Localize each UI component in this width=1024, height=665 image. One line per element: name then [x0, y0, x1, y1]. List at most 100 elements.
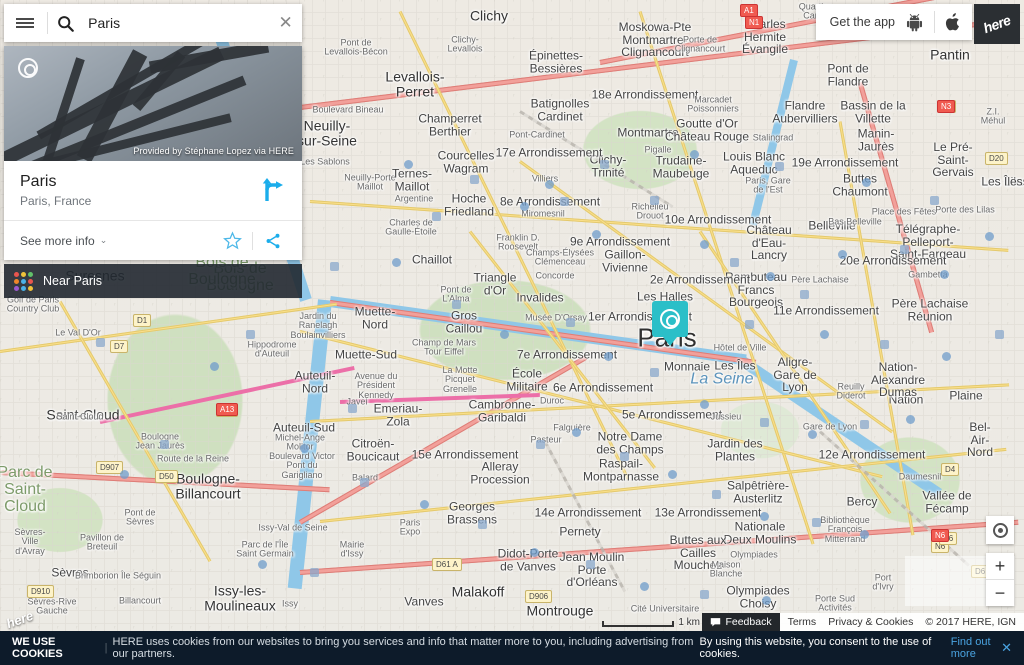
feedback-label: Feedback [725, 616, 771, 628]
road-shield: D4 [941, 463, 959, 476]
map-poi-icon [700, 590, 709, 599]
near-places-bar[interactable]: Near Paris [4, 264, 302, 298]
map-poi-icon [330, 262, 339, 271]
map-poi-icon [360, 478, 369, 487]
scale-bar-line [602, 621, 674, 627]
map-poi-icon [808, 430, 817, 439]
map-poi-icon [300, 444, 309, 453]
map-poi-icon [760, 418, 769, 427]
place-info-card: Provided by Stéphane Lopez via HERE Pari… [4, 46, 302, 260]
map-poi-icon [700, 240, 709, 249]
map-poi-icon [640, 582, 649, 591]
road-shield: D61 A [432, 558, 462, 571]
dot [14, 286, 19, 291]
footer-divider [252, 232, 253, 250]
map-poi-icon [586, 560, 595, 569]
map-poi-icon [775, 162, 784, 171]
dot-grid-icon [14, 272, 33, 291]
map-poi-icon [942, 352, 951, 361]
favorite-button[interactable] [217, 226, 247, 256]
dot [21, 279, 26, 284]
hamburger-menu-icon[interactable] [4, 4, 47, 42]
cookie-divider: | [105, 642, 108, 654]
map-place-marker[interactable] [652, 301, 688, 346]
android-app-link[interactable] [905, 13, 924, 32]
map-poi-icon [404, 160, 413, 169]
dot [21, 286, 26, 291]
map-poi-icon [906, 415, 915, 424]
dot [28, 272, 33, 277]
map-poi-icon [348, 404, 357, 413]
map-poi-icon [572, 428, 581, 437]
zoom-out-button[interactable]: − [986, 580, 1014, 606]
get-the-app-bar: Get the app [816, 4, 972, 40]
map-poi-icon [246, 330, 255, 339]
here-logo-text: here [981, 12, 1012, 36]
scale-bar-label: 1 km [678, 617, 700, 628]
here-logo[interactable]: here [974, 4, 1020, 44]
map-poi-icon [600, 160, 609, 169]
near-places-label: Near Paris [43, 274, 102, 288]
map-poi-icon [452, 300, 461, 309]
locate-me-button[interactable] [986, 516, 1014, 544]
search-input[interactable] [84, 15, 269, 31]
cookie-heading: WE USE COOKIES [12, 636, 100, 660]
search-bar: ✕ [4, 4, 302, 42]
map-poi-icon [690, 150, 699, 159]
collections-target-icon[interactable] [18, 58, 38, 78]
map-poi-icon [620, 452, 629, 461]
card-text: Paris Paris, France [20, 173, 254, 208]
place-photo[interactable]: Provided by Stéphane Lopez via HERE [4, 46, 302, 161]
map-poi-icon [730, 258, 739, 267]
card-footer: See more info ⌄ [4, 220, 302, 260]
terms-link[interactable]: Terms [788, 616, 817, 628]
map-poi-icon [880, 340, 889, 349]
feedback-button[interactable]: Feedback [702, 613, 779, 631]
road-shield: D910 [27, 585, 54, 598]
chevron-down-icon: ⌄ [100, 235, 108, 246]
app-divider [934, 11, 935, 33]
apple-app-link[interactable] [945, 13, 962, 32]
cookie-close-button[interactable]: ✕ [1001, 640, 1012, 656]
map-poi-icon [96, 338, 105, 347]
map-poi-icon [995, 330, 1004, 339]
road-shield: D20 [985, 152, 1008, 165]
road-shield: D1 [133, 314, 151, 327]
road-shield: D7 [110, 340, 128, 353]
cookie-bold-text: By using this website, you consent to th… [700, 636, 948, 660]
map-poi-icon [650, 368, 659, 377]
map-poi-icon [520, 202, 529, 211]
map-poi-icon [536, 440, 545, 449]
star-icon [223, 231, 242, 250]
zoom-in-button[interactable]: + [986, 553, 1014, 579]
road-shield-motorway: N6 [931, 529, 949, 542]
speech-bubble-icon [710, 617, 721, 627]
search-icon[interactable] [47, 4, 84, 42]
map-poi-icon [650, 196, 659, 205]
attribution-bar: Feedback Terms Privacy & Cookies © 2017 … [702, 613, 1024, 631]
directions-button[interactable] [254, 173, 288, 207]
map-poi-icon [604, 352, 613, 361]
see-more-info-button[interactable]: See more info ⌄ [20, 234, 217, 248]
directions-fork-icon [258, 177, 284, 203]
privacy-cookies-link[interactable]: Privacy & Cookies [828, 616, 913, 628]
map-poi-icon [530, 548, 539, 557]
map-poi-icon [800, 290, 809, 299]
map-poi-icon [392, 258, 401, 267]
share-button[interactable] [258, 226, 288, 256]
road-shield: D907 [96, 461, 123, 474]
map-poi-icon [838, 250, 847, 259]
place-title: Paris [20, 173, 254, 191]
cookie-banner: WE USE COOKIES | HERE uses cookies from … [0, 631, 1024, 665]
map-poi-icon [860, 530, 869, 539]
map-poi-icon [470, 175, 479, 184]
map-scale-bar: 1 km [602, 617, 700, 627]
locate-target-icon [993, 523, 1008, 538]
card-main: Paris Paris, France [4, 161, 302, 220]
map-poi-icon [820, 330, 829, 339]
map-poi-icon [812, 518, 821, 527]
map-poi-icon [745, 320, 754, 329]
road-shield: D50 [155, 470, 178, 483]
clear-search-button[interactable]: ✕ [269, 4, 302, 42]
see-more-info-label: See more info [20, 234, 95, 248]
